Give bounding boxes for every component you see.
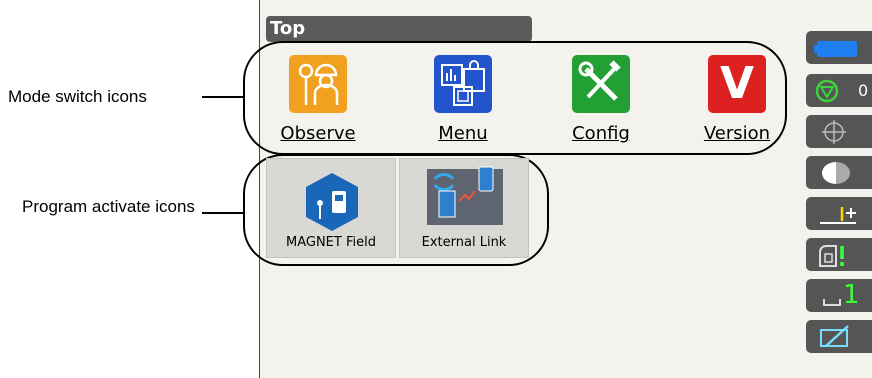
observe-label: Observe [280,123,356,144]
external-link-button[interactable]: External Link [399,158,529,258]
prism-target-icon [815,79,839,103]
magnet-field-icon [306,173,358,231]
version-v-icon: V [708,55,766,113]
instrument-alert-button[interactable] [806,238,872,271]
surveyor-icon [289,55,347,113]
mode-switch-leader [202,96,244,98]
program-activate-callout: Program activate icons [22,197,195,216]
version-mode-button[interactable]: V Version [682,55,792,144]
mode-switch-callout: Mode switch icons [8,87,147,106]
battery-button[interactable] [806,31,872,64]
one-level-button[interactable]: 1 [806,279,872,312]
menu-label: Menu [438,123,488,144]
observe-mode-button[interactable]: Observe [263,55,373,144]
pencil-edit-button[interactable] [806,320,872,353]
crosshair-button[interactable] [806,115,872,148]
half-moon-icon [822,162,850,184]
prism-constant-text: 0 [858,81,869,100]
wrench-screwdriver-icon [572,55,630,113]
pencil-edit-icon [820,325,849,347]
crosshair-icon [822,120,846,144]
magnet-field-label: MAGNET Field [286,235,376,250]
program-activate-leader [202,212,244,214]
instrument-alert-icon [819,245,844,267]
config-label: Config [572,123,630,144]
plus-offset-icon [820,207,856,224]
config-mode-button[interactable]: Config [546,55,656,144]
menu-icon [434,55,492,113]
prism-target-button[interactable]: 0 [806,74,872,107]
menu-mode-button[interactable]: Menu [408,55,518,144]
external-link-icon [427,166,503,225]
version-label: Version [703,123,771,144]
half-moon-button[interactable] [806,156,872,189]
battery-icon [814,41,857,57]
external-link-label: External Link [421,235,507,250]
screen-title: Top [266,16,532,42]
plus-offset-button[interactable] [806,197,872,230]
magnet-field-button[interactable]: MAGNET Field [266,158,396,258]
one-level-digit: 1 [843,280,860,310]
